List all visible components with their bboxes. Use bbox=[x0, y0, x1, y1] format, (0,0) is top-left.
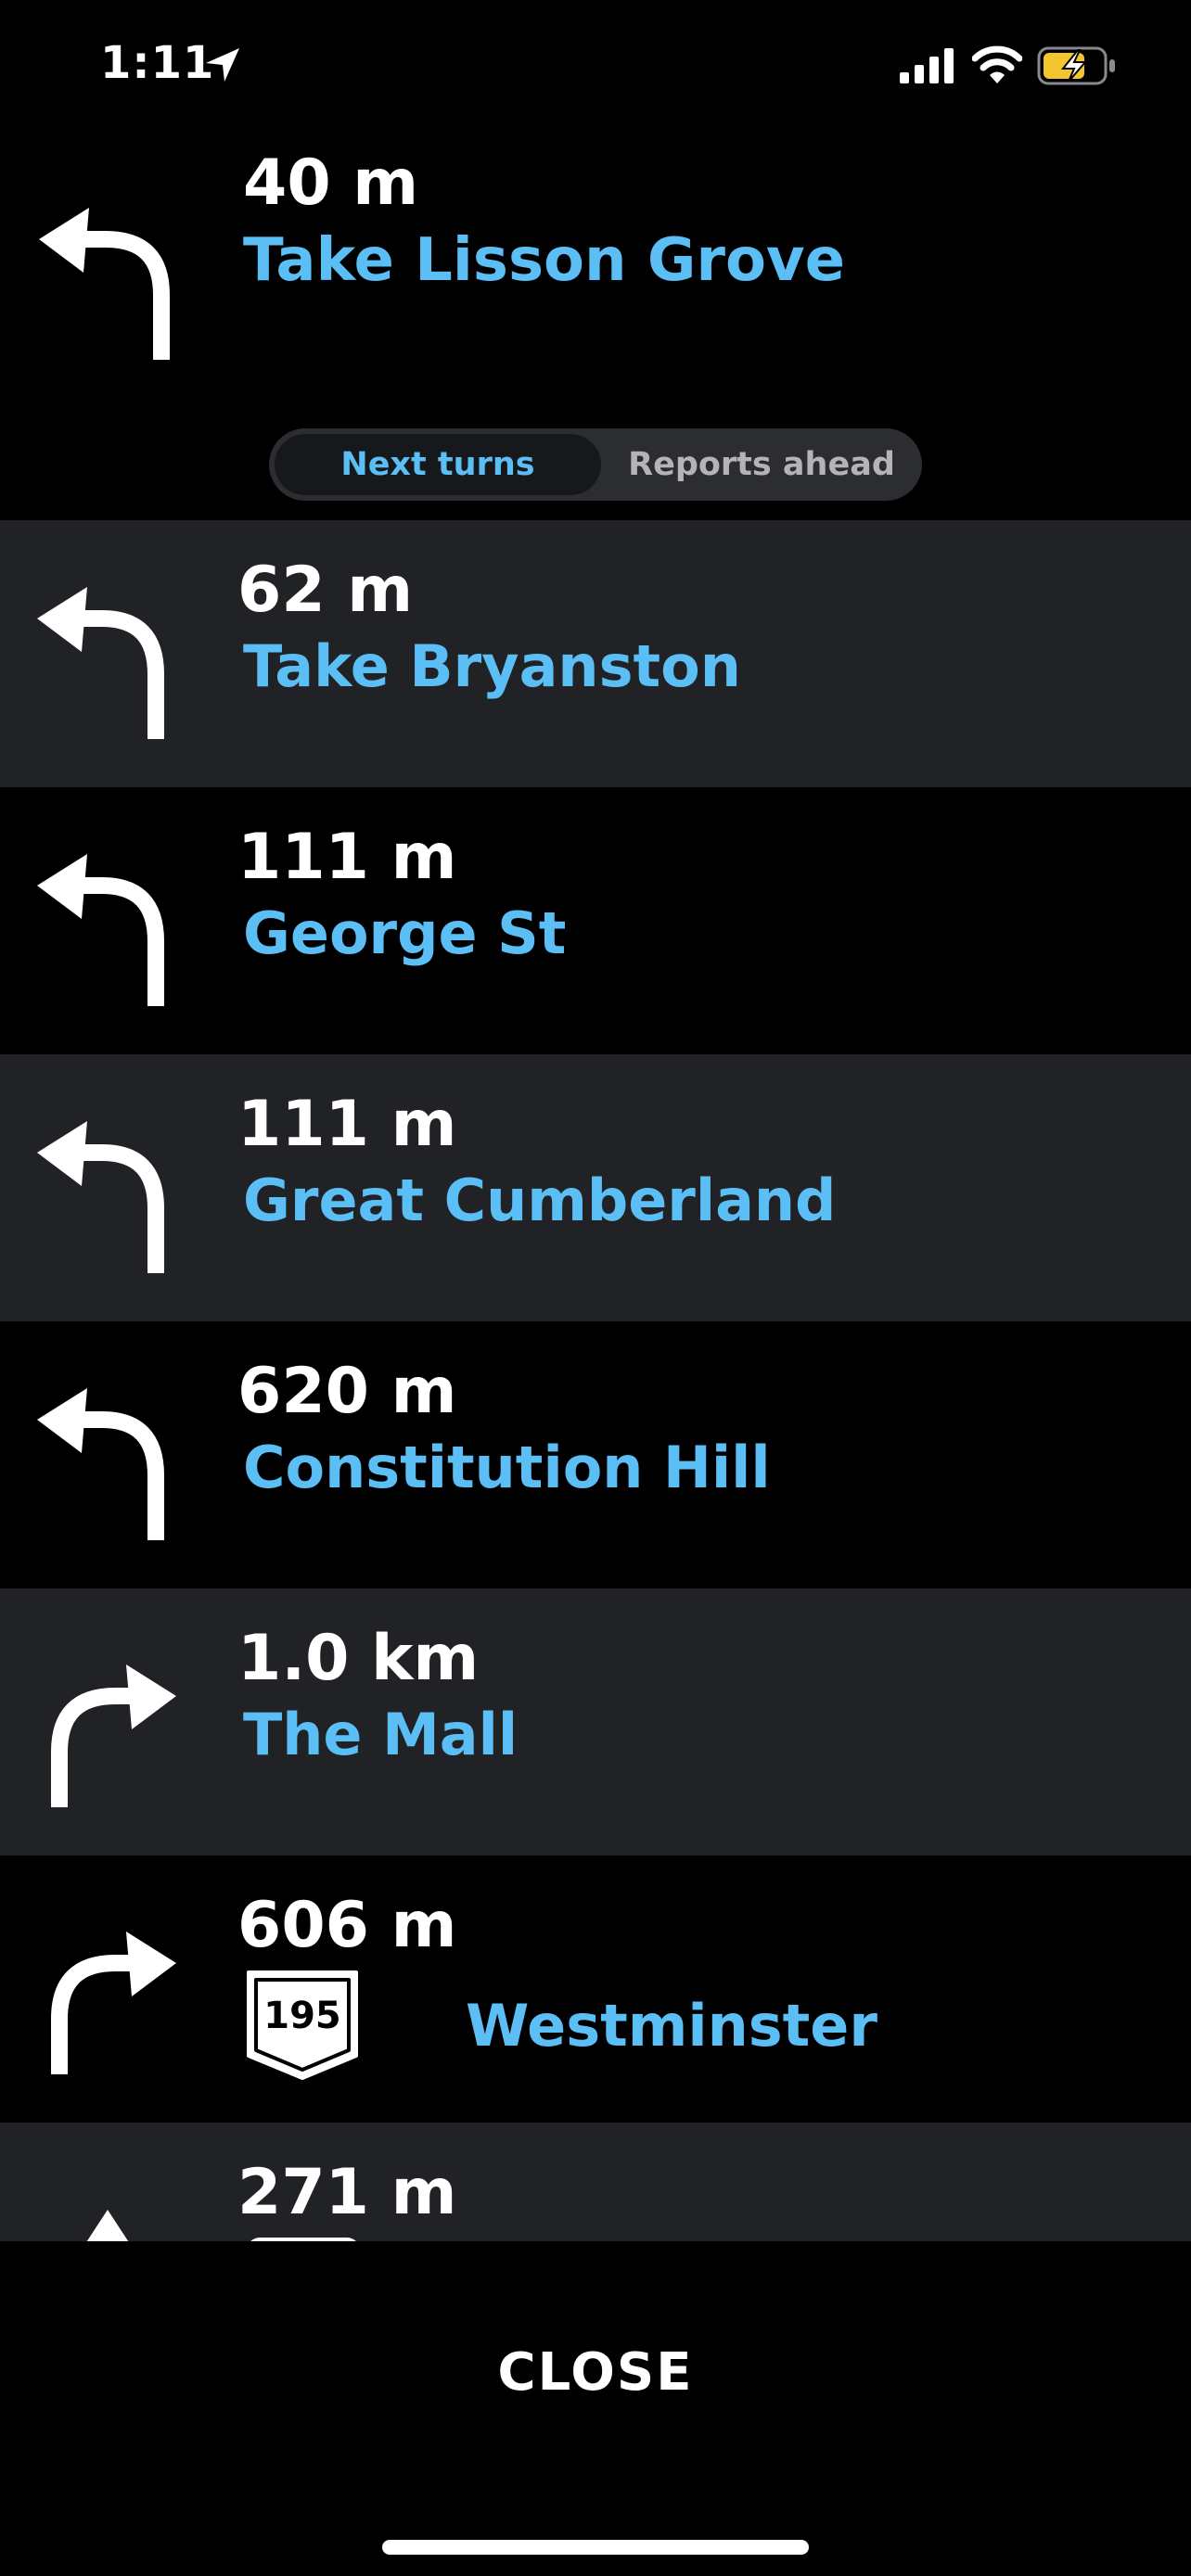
wifi-icon bbox=[972, 45, 1022, 83]
turn-row[interactable]: 620 m Constitution Hill bbox=[0, 1321, 1191, 1588]
tab-next-turns[interactable]: Next turns bbox=[275, 434, 601, 495]
home-indicator[interactable] bbox=[382, 2540, 809, 2555]
turn-right-icon bbox=[51, 1932, 176, 2074]
route-shield-icon bbox=[250, 2238, 356, 2241]
turn-distance: 62 m bbox=[237, 554, 414, 627]
turn-distance: 1.0 km bbox=[237, 1622, 480, 1695]
turn-distance: 620 m bbox=[237, 1355, 457, 1428]
current-street: Take Lisson Grove bbox=[243, 226, 846, 295]
turn-distance: 111 m bbox=[237, 1088, 457, 1161]
turn-row[interactable]: 111 m George St bbox=[0, 787, 1191, 1054]
turn-row[interactable]: 606 m 195 Westminster bbox=[0, 1855, 1191, 2123]
turn-street: Constitution Hill bbox=[243, 1434, 771, 1501]
status-time: 1:11 bbox=[100, 37, 215, 89]
status-bar: 1:11 bbox=[0, 0, 1191, 139]
turn-street: Take Bryanston bbox=[243, 632, 741, 700]
bottom-bar: CLOSE bbox=[0, 2241, 1191, 2576]
turn-street: George St bbox=[243, 899, 567, 967]
turn-left-icon bbox=[37, 854, 164, 1006]
turn-distance: 606 m bbox=[237, 1889, 457, 1962]
turn-row[interactable]: 271 m bbox=[0, 2123, 1191, 2241]
current-distance: 40 m bbox=[243, 147, 419, 220]
straight-arrow-icon bbox=[86, 2210, 129, 2241]
location-arrow-icon bbox=[206, 48, 239, 82]
turn-row[interactable]: 62 m Take Bryanston bbox=[0, 520, 1191, 787]
turn-left-icon bbox=[37, 587, 164, 739]
turn-left-icon bbox=[37, 1388, 164, 1540]
turn-left-icon bbox=[37, 1121, 164, 1273]
turn-distance: 111 m bbox=[237, 821, 457, 894]
battery-charging-icon bbox=[1037, 46, 1115, 85]
cellular-signal-icon bbox=[900, 48, 954, 83]
turn-street: Great Cumberland bbox=[243, 1167, 837, 1234]
tab-reports-ahead[interactable]: Reports ahead bbox=[607, 434, 916, 495]
turn-row[interactable]: 1.0 km The Mall bbox=[0, 1588, 1191, 1855]
turn-right-icon bbox=[51, 1664, 176, 1807]
route-shield: 195 bbox=[239, 1967, 365, 2084]
turn-street: The Mall bbox=[243, 1701, 519, 1768]
turn-distance: 271 m bbox=[237, 2156, 457, 2229]
close-button[interactable]: CLOSE bbox=[410, 2321, 781, 2423]
current-instruction: 40 m Take Lisson Grove bbox=[0, 139, 1191, 389]
turn-left-icon bbox=[39, 208, 170, 360]
route-shield-number: 195 bbox=[263, 1995, 341, 2037]
turn-row[interactable]: 111 m Great Cumberland bbox=[0, 1054, 1191, 1321]
turn-list[interactable]: 62 m Take Bryanston 111 m George St 111 … bbox=[0, 520, 1191, 2241]
turn-street: Westminster bbox=[466, 1992, 877, 2060]
turns-reports-toggle: Next turns Reports ahead bbox=[269, 428, 922, 501]
